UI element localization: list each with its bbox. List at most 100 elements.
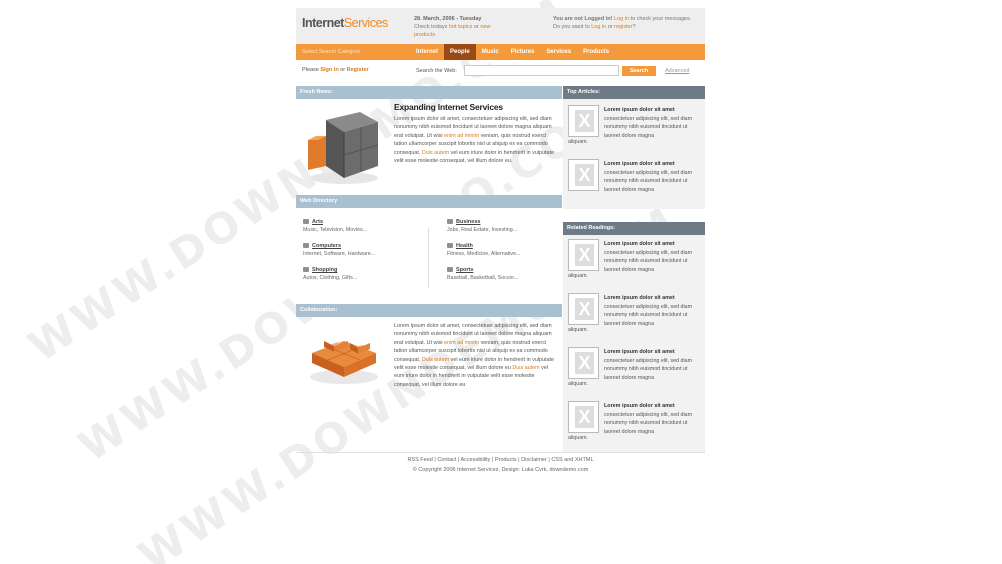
thumbnail: X (568, 159, 599, 191)
login-link[interactable]: Log in (614, 16, 629, 22)
gray-cube-image (308, 112, 379, 184)
folder-icon (447, 219, 453, 224)
nav-item-pictures[interactable]: Pictures (505, 44, 541, 60)
folder-icon (303, 267, 309, 272)
directory-sub[interactable]: Music, Television, Movies... (303, 227, 413, 233)
date-sub-prefix: Check todays (414, 24, 448, 30)
web-directory-heading: Web Directory (296, 195, 562, 208)
article-title[interactable]: Lorem ipsum dolor sit amet (604, 403, 675, 409)
news-title[interactable]: Expanding Internet Services (394, 102, 503, 112)
directory-sub[interactable]: Internet, Software, Hardware... (303, 251, 413, 257)
date-block: 28. March, 2006 - Tuesday Check todays h… (414, 15, 524, 39)
new-link[interactable]: new (480, 24, 490, 30)
search-input[interactable] (464, 65, 619, 76)
news-link-a[interactable]: enim ad minim (444, 133, 479, 139)
article-title[interactable]: Lorem ipsum dolor sit amet (604, 349, 675, 355)
directory-item-health[interactable]: Health Fitness, Medicine, Alternative... (447, 243, 557, 257)
main-column: Fresh News: Expanding Internet Services … (296, 86, 562, 447)
hot-topics-link[interactable]: hot topics (449, 24, 473, 30)
logo[interactable]: InternetServices (302, 16, 388, 30)
collab-link-a[interactable]: enim ad minim (444, 340, 479, 346)
footer-link-products[interactable]: Products (495, 457, 517, 463)
related-item-2[interactable]: X Lorem ipsum dolor sit amet consectetue… (568, 293, 700, 345)
directory-sub[interactable]: Baseball, Basketball, Soccer... (447, 275, 557, 281)
footer-link-xhtml[interactable]: XHTML (575, 457, 594, 463)
related-item-3[interactable]: X Lorem ipsum dolor sit amet consectetue… (568, 347, 700, 399)
login-status: You are not Logged in! (553, 16, 613, 22)
thumbnail: X (568, 293, 599, 325)
search-label: Search the Web: (416, 68, 457, 74)
search-button[interactable]: Search (622, 66, 656, 76)
footer-and: and (564, 457, 574, 463)
search-bar: Please Sign in or Register Search the We… (296, 60, 705, 82)
top-articles: X Lorem ipsum dolor sit amet consectetue… (563, 99, 705, 209)
directory-title[interactable]: Health (456, 243, 557, 249)
news-link-b[interactable]: Duis autem (422, 150, 449, 156)
top-article-1[interactable]: X Lorem ipsum dolor sit amet consectetue… (568, 105, 700, 157)
register-link-2[interactable]: Register (347, 67, 369, 73)
article-title[interactable]: Lorem ipsum dolor sit amet (604, 107, 675, 113)
article-desc: consectetuer adipiscing elit, sed diam n… (604, 170, 693, 193)
footer-link-accessibility[interactable]: Accessibility (460, 457, 490, 463)
footer-copyright: © Copyright 2006 Internet Services, Desi… (296, 465, 705, 475)
nav-item-services[interactable]: Services (540, 44, 577, 60)
collab-link-b[interactable]: Duis autem (422, 357, 449, 363)
directory-sub[interactable]: Fitness, Medicine, Alternative... (447, 251, 557, 257)
footer-link-rss[interactable]: RSS Feed (407, 457, 432, 463)
nav-item-internet[interactable]: Internet (410, 44, 444, 60)
products-link[interactable]: products (414, 32, 435, 38)
header: InternetServices 28. March, 2006 - Tuesd… (296, 8, 705, 44)
directory-sub[interactable]: Autos, Clothing, Gifts... (303, 275, 413, 281)
login-link-2[interactable]: Log in (591, 24, 606, 30)
nav-item-music[interactable]: Music (476, 44, 505, 60)
collaboration-text: Lorem ipsum dolor sit amet, consectetuer… (394, 322, 559, 389)
footer-link-disclaimer[interactable]: Disclaimer (521, 457, 547, 463)
footer-link-contact[interactable]: Contact (437, 457, 456, 463)
article-title[interactable]: Lorem ipsum dolor sit amet (604, 241, 675, 247)
sign-in-link[interactable]: Sign in (320, 67, 338, 73)
register-link[interactable]: register (614, 24, 632, 30)
folder-icon (303, 219, 309, 224)
folder-icon (303, 243, 309, 248)
article-title[interactable]: Lorem ipsum dolor sit amet (604, 295, 675, 301)
sidebar: Top Articles: X Lorem ipsum dolor sit am… (563, 86, 705, 453)
directory-title[interactable]: Business (456, 219, 557, 225)
folder-icon (447, 243, 453, 248)
advanced-search-link[interactable]: Advanced (665, 68, 689, 74)
thumbnail: X (568, 401, 599, 433)
directory-item-arts[interactable]: Arts Music, Television, Movies... (303, 219, 413, 233)
article-desc: consectetuer adipiscing elit, sed diam n… (604, 358, 693, 381)
please-text: Please (302, 67, 319, 73)
directory-title[interactable]: Arts (312, 219, 413, 225)
or-text: or (340, 67, 346, 73)
broken-image-icon: X (575, 164, 594, 186)
related-item-4[interactable]: X Lorem ipsum dolor sit amet consectetue… (568, 401, 700, 453)
directory-title[interactable]: Computers (312, 243, 413, 249)
directory-divider (428, 228, 429, 288)
directory-item-shopping[interactable]: Shopping Autos, Clothing, Gifts... (303, 267, 413, 281)
directory-title[interactable]: Sports (456, 267, 557, 273)
directory-item-sports[interactable]: Sports Baseball, Basketball, Soccer... (447, 267, 557, 281)
directory-sub[interactable]: Jobs, Real Estate, Investing... (447, 227, 557, 233)
article-title[interactable]: Lorem ipsum dolor sit amet (604, 161, 675, 167)
directory-item-business[interactable]: Business Jobs, Real Estate, Investing... (447, 219, 557, 233)
nav-item-products[interactable]: Products (577, 44, 615, 60)
nav-item-people[interactable]: People (444, 44, 476, 60)
thumbnail: X (568, 347, 599, 379)
credit-link[interactable]: downdemo.com (549, 467, 588, 473)
category-select[interactable]: Select Search Category (302, 49, 360, 55)
signin-prompt: Please Sign in or Register (302, 67, 369, 73)
directory-title[interactable]: Shopping (312, 267, 413, 273)
top-article-2[interactable]: X Lorem ipsum dolor sit amet consectetue… (568, 159, 700, 211)
directory-item-computers[interactable]: Computers Internet, Software, Hardware..… (303, 243, 413, 257)
login-or: or (607, 24, 613, 30)
top-articles-heading: Top Articles: (563, 86, 705, 99)
related-item-1[interactable]: X Lorem ipsum dolor sit amet consectetue… (568, 239, 700, 291)
page: InternetServices 28. March, 2006 - Tuesd… (296, 8, 705, 453)
article-desc: consectetuer adipiscing elit, sed diam n… (604, 304, 693, 327)
logo-part1: Internet (302, 16, 344, 30)
collab-link-c[interactable]: Duis autem (512, 365, 539, 371)
login-block: You are not Logged in! Log in to check y… (553, 15, 703, 31)
footer-links: RSS Feed | Contact | Accessibility | Pro… (407, 457, 594, 463)
footer-link-css[interactable]: CSS (551, 457, 562, 463)
